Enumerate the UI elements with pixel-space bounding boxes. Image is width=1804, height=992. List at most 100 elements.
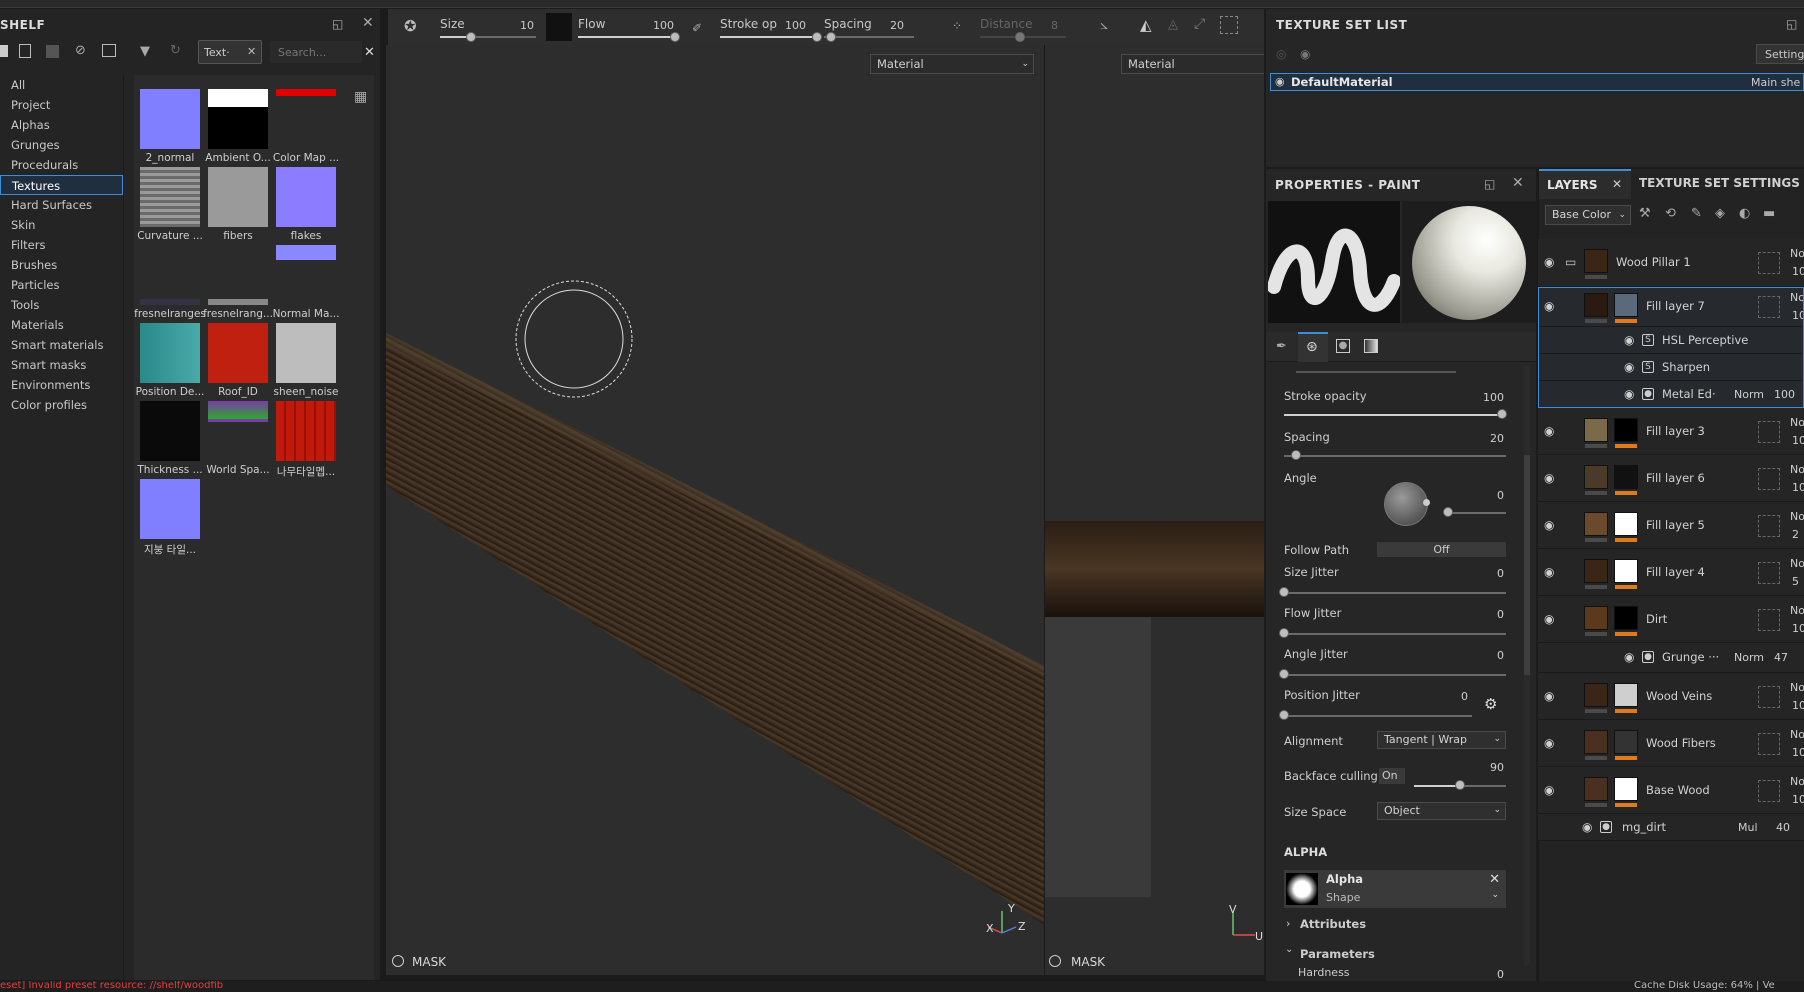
texture-thumbnail[interactable] [276, 323, 336, 383]
layer-row[interactable]: ◉ ▭ Wood Pillar 1 No 10 [1538, 239, 1804, 287]
texture-thumbnail[interactable] [276, 89, 336, 149]
flow-slider-knob[interactable] [670, 32, 680, 42]
refresh-icon[interactable]: ↻ [170, 43, 181, 58]
layer-row[interactable]: ◉ Dirt No 10 [1538, 596, 1804, 643]
settings-button[interactable]: Setting [1756, 44, 1804, 64]
angle-dial[interactable] [1384, 482, 1428, 526]
right-viewport-mode[interactable]: Material [1121, 54, 1264, 74]
texture-set-row[interactable]: ◉ DefaultMaterial Main she [1270, 73, 1804, 91]
effect-opacity[interactable]: 47 [1774, 651, 1788, 664]
lazy-mouse-icon[interactable]: ⁘ [952, 19, 962, 33]
layer-row[interactable]: ◉ Wood Fibers No 10 [1538, 720, 1804, 767]
eye-icon[interactable]: ◉ [1624, 360, 1634, 374]
add-effect-icon[interactable]: ⟲ [1665, 206, 1676, 221]
texture-thumbnail[interactable] [140, 323, 200, 383]
clear-search-icon[interactable]: ✕ [364, 45, 375, 60]
layer-blend-mode[interactable]: No [1790, 681, 1804, 694]
category-project[interactable]: Project [0, 95, 123, 115]
show-all-icon[interactable]: ◉ [1300, 47, 1310, 61]
tab-stencil-icon[interactable] [1364, 339, 1378, 353]
category-materials[interactable]: Materials [0, 315, 123, 335]
layer-blend-mode[interactable]: No [1790, 463, 1804, 476]
mirror-icon[interactable]: ◭ [1140, 16, 1152, 34]
effect-blend-mode[interactable]: Mul [1738, 821, 1758, 834]
layer-blend-mode[interactable]: No [1790, 416, 1804, 429]
category-smart-masks[interactable]: Smart masks [0, 355, 123, 375]
category-all[interactable]: All [0, 75, 123, 95]
texture-thumbnail[interactable] [208, 89, 268, 149]
eye-icon[interactable]: ◉ [1544, 255, 1554, 269]
category-particles[interactable]: Particles [0, 275, 123, 295]
add-paint-layer-icon[interactable]: ✎ [1691, 206, 1702, 221]
shelf-tab[interactable]: Text· ✕ [198, 40, 262, 64]
layer-opacity[interactable]: 10 [1792, 622, 1804, 635]
layer-opacity[interactable]: 10 [1792, 746, 1804, 759]
gear-icon[interactable]: ⚙ [1484, 695, 1497, 713]
layer-row[interactable]: ◉ Fill layer 7 No 10 [1538, 287, 1804, 327]
layer-row[interactable]: ◉ Fill layer 4 No 5 [1538, 549, 1804, 596]
texture-thumbnail[interactable] [276, 245, 336, 305]
texture-thumbnail[interactable] [140, 89, 200, 149]
properties-scrollbar[interactable] [1524, 365, 1530, 965]
shelf-search-input[interactable] [270, 41, 362, 63]
pressure-toggle-icon[interactable] [546, 13, 572, 41]
layer-mask-slot[interactable] [1758, 467, 1780, 490]
viewport-3d[interactable]: Material ⌄ MASK Y X Z [386, 45, 1044, 975]
texture-thumbnail[interactable] [208, 401, 268, 461]
size-jitter-knob[interactable] [1279, 587, 1289, 597]
layer-opacity[interactable]: 2 [1792, 528, 1799, 541]
texture-thumbnail[interactable] [208, 323, 268, 383]
category-grunges[interactable]: Grunges [0, 135, 123, 155]
layer-opacity[interactable]: 10 [1792, 481, 1804, 494]
category-procedurals[interactable]: Procedurals [0, 155, 123, 175]
eye-icon[interactable]: ◉ [1624, 333, 1634, 347]
float-icon[interactable]: ◱ [1786, 17, 1797, 31]
effect-blend-mode[interactable]: Norm [1734, 651, 1764, 664]
eye-icon[interactable]: ◉ [1544, 299, 1554, 313]
spacing-slider[interactable] [1284, 455, 1506, 457]
spacing-slider-knob[interactable] [826, 32, 836, 42]
channel-dropdown[interactable]: Base Color ⌄ [1545, 205, 1631, 225]
eye-icon[interactable]: ◉ [1544, 612, 1554, 626]
viewport-2d[interactable]: Material MASK V U [1044, 45, 1264, 975]
alignment-dropdown[interactable]: Tangent | Wrap ⌄ [1377, 731, 1506, 749]
eye-icon[interactable]: ◉ [1544, 471, 1554, 485]
float-icon[interactable]: ◱ [332, 17, 343, 31]
close-icon[interactable]: ✕ [1512, 175, 1524, 191]
alpha-remove-icon[interactable]: ✕ [1489, 872, 1500, 887]
layer-row[interactable]: ◉ Fill layer 6 No 10 [1538, 455, 1804, 502]
transform-icon[interactable]: ⤢ [1194, 16, 1205, 32]
tab-alpha-icon[interactable]: ● [1336, 339, 1350, 353]
layer-row[interactable]: ◉ Fill layer 3 No 10 [1538, 408, 1804, 455]
layer-blend-mode[interactable]: No [1790, 291, 1804, 304]
eye-icon[interactable]: ◉ [1544, 689, 1554, 703]
layer-opacity[interactable]: 5 [1792, 575, 1799, 588]
flow-pressure-icon[interactable]: ✐ [692, 21, 702, 35]
backface-knob[interactable] [1455, 780, 1465, 790]
layer-blend-mode[interactable]: No [1790, 728, 1804, 741]
eye-icon[interactable]: ◉ [1624, 650, 1634, 664]
category-color-profiles[interactable]: Color profiles [0, 395, 123, 415]
layer-row[interactable]: ◉ Wood Veins No 10 [1538, 673, 1804, 720]
category-environments[interactable]: Environments [0, 375, 123, 395]
size-slider-knob[interactable] [466, 32, 476, 42]
import-icon[interactable] [102, 44, 116, 57]
texture-thumbnail[interactable] [276, 167, 336, 227]
texture-thumbnail[interactable] [276, 401, 336, 461]
layer-mask-slot[interactable] [1758, 685, 1780, 708]
category-tools[interactable]: Tools [0, 295, 123, 315]
texture-thumbnail[interactable] [140, 401, 200, 461]
eye-icon[interactable]: ◉ [1544, 736, 1554, 750]
grid-view-icon[interactable]: ▦ [354, 89, 367, 105]
layer-mask-slot[interactable] [1758, 561, 1780, 584]
stroke-opacity-slider-knob[interactable] [812, 32, 822, 42]
angle-slider[interactable] [1448, 512, 1506, 514]
layer-row[interactable]: ◉ ● mg_dirt Mul 40 [1538, 814, 1804, 841]
close-icon[interactable]: ✕ [362, 15, 374, 31]
mask-checkbox[interactable] [392, 955, 404, 967]
layer-blend-mode[interactable]: No [1790, 775, 1804, 788]
layer-mask-slot[interactable] [1758, 779, 1780, 802]
magic-wand-icon[interactable]: ⚒ [1639, 206, 1651, 221]
category-smart-materials[interactable]: Smart materials [0, 335, 123, 355]
layer-mask-slot[interactable] [1758, 732, 1780, 755]
